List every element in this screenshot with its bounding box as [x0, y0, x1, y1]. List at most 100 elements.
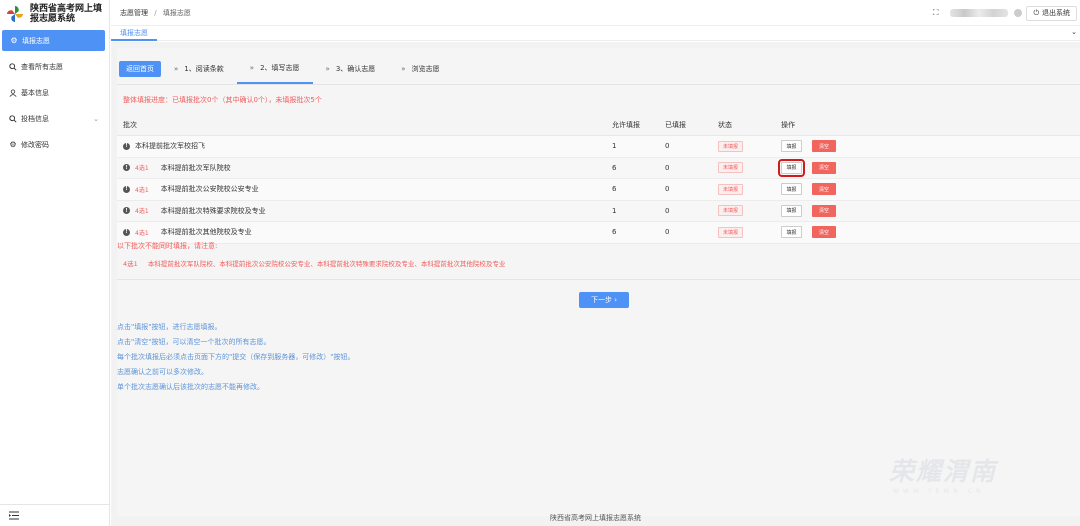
volunteer-panel: 返回首页 » 1、阅读条款 » 2、填写志愿 » 3、确认志愿 » 浏览志愿 整… — [117, 48, 1080, 516]
step-read-terms[interactable]: » 1、阅读条款 — [161, 54, 237, 84]
allowed-count: 6 — [612, 185, 617, 194]
table-row: ! 4选1 本科提前批次特殊要求院校及专业 1 0 未填报 填报 清空 — [117, 200, 1080, 222]
watermark-text: 荣耀渭南 — [889, 457, 998, 486]
step-label: 2、填写志愿 — [260, 64, 300, 72]
fill-button[interactable]: 填报 — [781, 204, 802, 217]
filled-count: 0 — [665, 163, 670, 172]
column-header: 已填报 — [665, 120, 686, 129]
divider — [117, 84, 1080, 85]
app-title-line1: 陕西省高考网上填 — [30, 3, 103, 14]
sidebar-item-label: 投档信息 — [21, 114, 49, 123]
gear-icon: ⚙ — [9, 139, 17, 149]
sidebar: 陕西省高考网上填 报志愿系统 ⚙ 填报志愿 查看所有志愿 基本信息 投档信息 ⌄… — [0, 0, 110, 526]
action-cell: 填报 清空 — [781, 140, 881, 153]
fill-button[interactable]: 填报 — [778, 158, 805, 177]
step-browse-volunteer[interactable]: » 浏览志愿 — [388, 54, 452, 84]
clear-button[interactable]: 清空 — [812, 161, 836, 174]
instruction-item: 单个批次志愿确认后该批次的志愿不能再修改。 — [117, 383, 264, 391]
fill-button[interactable]: 填报 — [781, 140, 802, 153]
batch-cell: ! 4选1 本科提前批次军队院校 — [117, 163, 612, 173]
batch-cell: ! 4选1 本科提前批次其他院校及专业 — [117, 227, 612, 237]
column-header: 状态 — [718, 120, 732, 129]
column-header: 允许填报 — [612, 120, 640, 129]
table-row: ! 4选1 本科提前批次军队院校 6 0 未填报 填报 清空 — [117, 157, 1080, 179]
batch-cell: ! 4选1 本科提前批次特殊要求院校及专业 — [117, 206, 612, 216]
batch-name: 本科提前批次军队院校 — [160, 163, 231, 172]
status-cell: 未填报 — [718, 183, 781, 195]
step-confirm-volunteer[interactable]: » 3、确认志愿 — [313, 54, 389, 84]
batch-table: 批次 允许填报 已填报 状态 操作 ! 本科提前批次军校招飞 1 0 未填报 填… — [117, 114, 1080, 244]
status-badge: 未填报 — [718, 162, 744, 174]
info-icon[interactable]: ! — [123, 142, 130, 150]
filled-count: 0 — [665, 206, 670, 215]
info-icon[interactable]: ! — [123, 207, 130, 215]
instruction-list: 点击"填报"按钮，进行志愿填报。 点击"清空"按钮，可以清空一个批次的所有志愿。… — [117, 320, 354, 395]
action-cell: 填报 清空 — [781, 204, 881, 217]
double-chevron-right-icon: » — [249, 64, 254, 72]
group-tag: 4选1 — [135, 165, 149, 173]
logout-label: 退出系统 — [1042, 9, 1070, 17]
instruction-item: 点击"填报"按钮，进行志愿填报。 — [117, 323, 222, 331]
filled-count: 0 — [665, 185, 670, 194]
instruction-item: 志愿确认之前可以多次修改。 — [117, 368, 208, 376]
breadcrumb: 志愿管理 / 填报志愿 — [120, 8, 191, 18]
sidebar-item-change-password[interactable]: ⚙ 修改密码 — [0, 134, 109, 155]
step-label: 浏览志愿 — [411, 65, 440, 73]
sidebar-item-basic-info[interactable]: 基本信息 — [0, 82, 109, 103]
power-icon: ⏻ — [1033, 8, 1039, 17]
status-badge: 未填报 — [718, 183, 744, 195]
avatar[interactable] — [1014, 9, 1023, 17]
page-tabs: 填报志愿 ⌄ — [111, 26, 1080, 41]
watermark: 荣耀渭南 WWW.YEWN.CN — [889, 452, 1069, 502]
sidebar-item-view-all[interactable]: 查看所有志愿 — [0, 56, 109, 77]
status-badge: 未填报 — [718, 140, 744, 152]
step-fill-volunteer[interactable]: » 2、填写志愿 — [236, 54, 313, 84]
tab-fill-volunteer[interactable]: 填报志愿 — [111, 26, 157, 41]
info-icon[interactable]: ! — [123, 228, 130, 236]
status-badge: 未填报 — [718, 226, 744, 238]
menu-collapse-icon[interactable] — [0, 504, 110, 526]
group-tag: 4选1 — [135, 186, 149, 194]
steps-bar: 返回首页 » 1、阅读条款 » 2、填写志愿 » 3、确认志愿 » 浏览志愿 — [117, 54, 1080, 84]
app-title: 陕西省高考网上填 报志愿系统 — [30, 4, 102, 24]
instruction-item: 每个批次填报后必须点击页面下方的"提交（保存到服务器，可修改）"按钮。 — [117, 353, 355, 361]
double-chevron-right-icon: » — [174, 65, 178, 73]
table-header: 批次 允许填报 已填报 状态 操作 — [117, 114, 1080, 136]
main-content: 返回首页 » 1、阅读条款 » 2、填写志愿 » 3、确认志愿 » 浏览志愿 整… — [111, 42, 1080, 526]
logout-button[interactable]: ⏻ 退出系统 — [1026, 5, 1077, 21]
fullscreen-icon[interactable]: ⛶ — [933, 8, 939, 18]
sidebar-item-label: 填报志愿 — [22, 36, 50, 45]
search-icon — [9, 62, 17, 71]
username-blurred — [950, 9, 1009, 17]
next-step-button[interactable]: 下一步 › — [579, 292, 629, 308]
step-label: 3、确认志愿 — [335, 65, 376, 73]
return-home-button[interactable]: 返回首页 — [119, 61, 161, 77]
pinwheel-logo-icon — [6, 5, 24, 22]
action-cell: 填报 清空 — [781, 226, 881, 239]
clear-button[interactable]: 清空 — [812, 183, 836, 196]
action-cell: 填报 清空 — [781, 183, 881, 196]
chevron-down-icon: ⌄ — [93, 114, 99, 123]
info-icon[interactable]: ! — [123, 185, 130, 193]
clear-button[interactable]: 清空 — [812, 226, 836, 239]
clear-button[interactable]: 清空 — [812, 204, 836, 217]
column-header: 批次 — [123, 120, 137, 129]
breadcrumb-item[interactable]: 志愿管理 — [120, 9, 148, 17]
allowed-count: 6 — [612, 163, 617, 172]
status-cell: 未填报 — [718, 205, 781, 217]
sidebar-item-label: 查看所有志愿 — [21, 62, 63, 71]
fill-button[interactable]: 填报 — [781, 183, 802, 196]
clear-button[interactable]: 清空 — [812, 140, 836, 153]
info-icon[interactable]: ! — [123, 164, 130, 172]
table-row: ! 4选1 本科提前批次公安院校公安专业 6 0 未填报 填报 清空 — [117, 179, 1080, 201]
instruction-item: 点击"清空"按钮，可以清空一个批次的所有志愿。 — [117, 338, 271, 346]
group-tag: 4选1 — [135, 229, 149, 237]
allowed-count: 6 — [612, 228, 617, 237]
chevron-down-icon[interactable]: ⌄ — [1071, 28, 1077, 36]
group-tag: 4选1 — [123, 260, 138, 268]
sidebar-item-admission-info[interactable]: 投档信息 ⌄ — [0, 108, 109, 129]
fill-button[interactable]: 填报 — [781, 226, 802, 239]
double-chevron-right-icon: » — [401, 65, 405, 73]
table-row: ! 4选1 本科提前批次其他院校及专业 6 0 未填报 填报 清空 — [117, 222, 1080, 244]
sidebar-item-fill-volunteer[interactable]: ⚙ 填报志愿 — [2, 30, 105, 51]
